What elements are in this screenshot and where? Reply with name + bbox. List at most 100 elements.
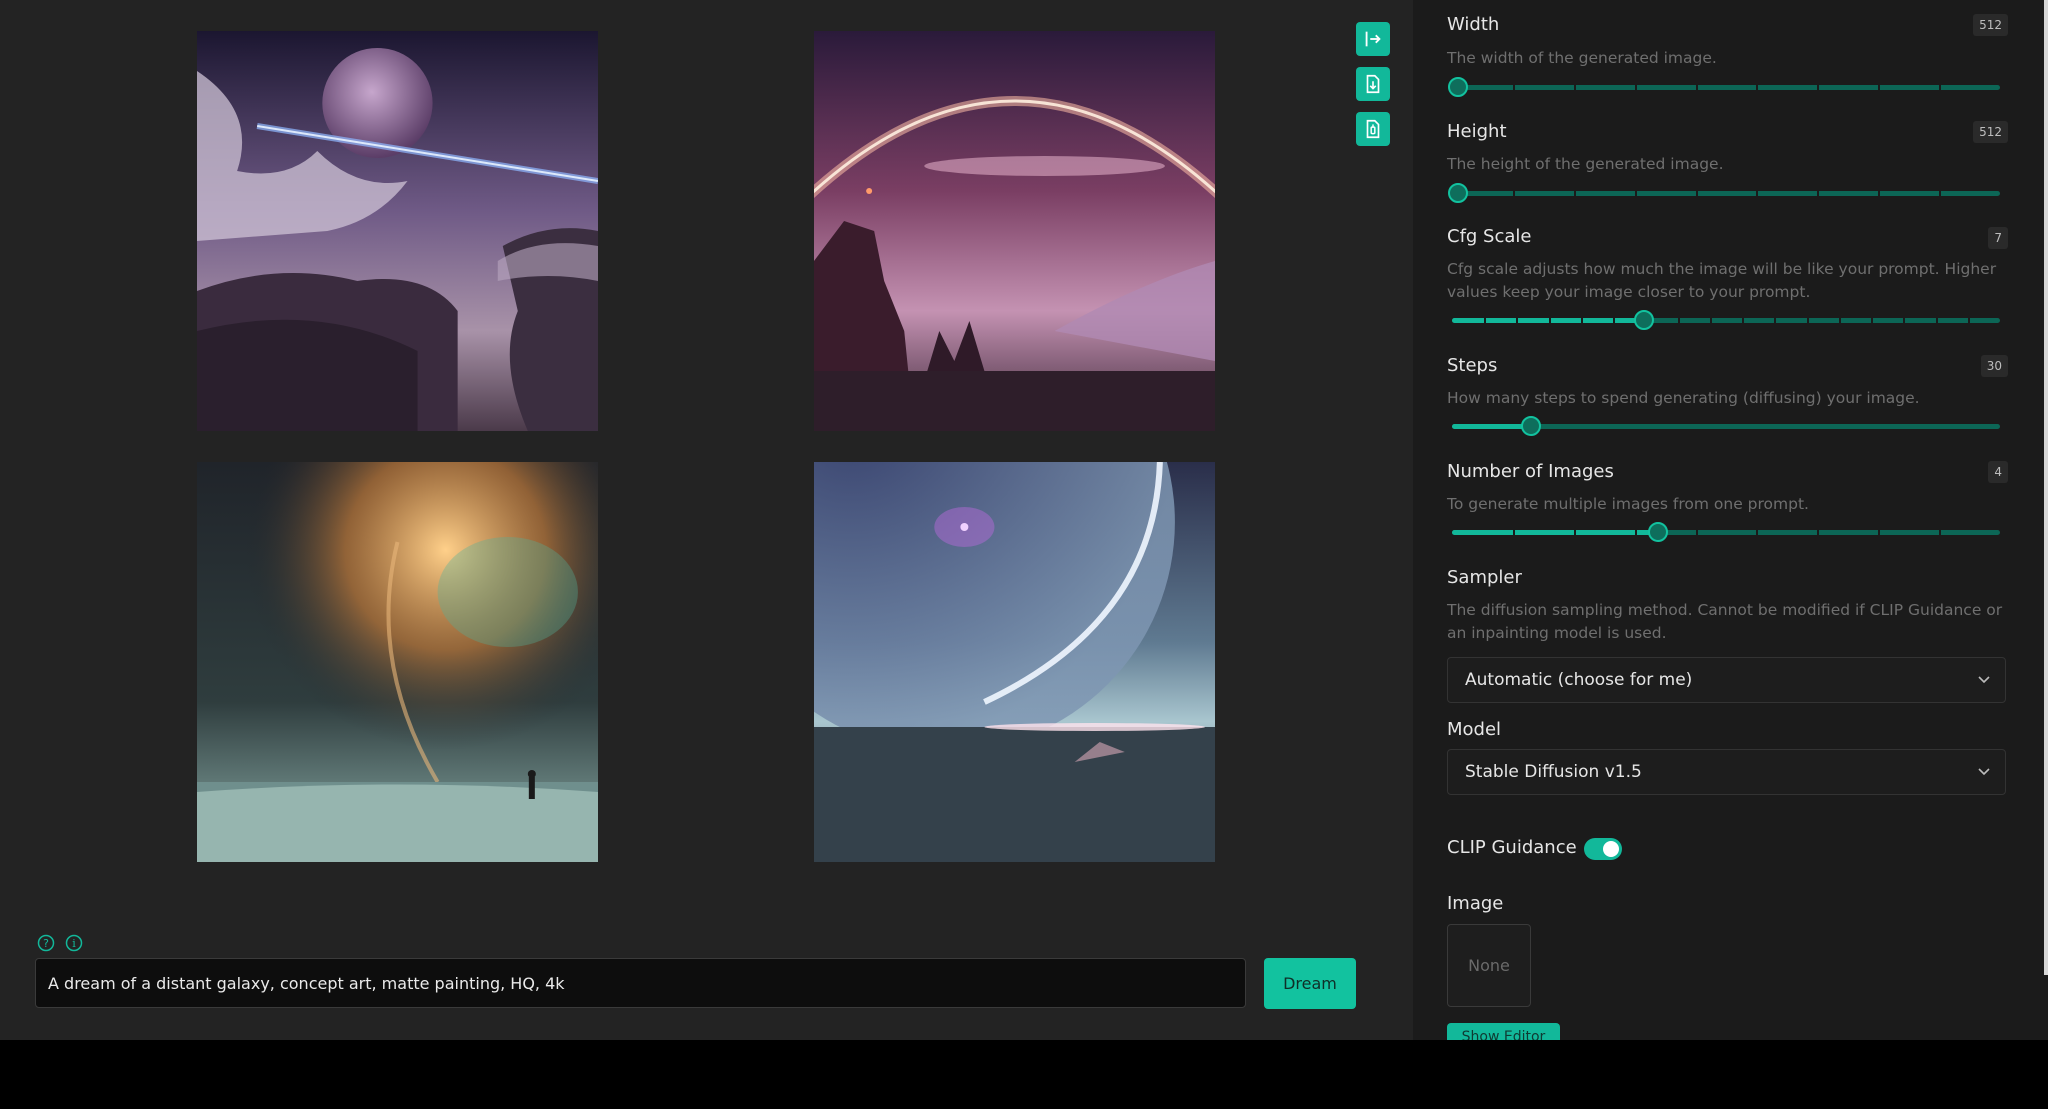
slider-tick <box>1939 85 1942 90</box>
steps-value: 30 <box>1980 355 2008 377</box>
show-editor-button[interactable]: Show Editor <box>1447 1023 1560 1040</box>
slider-tick <box>1817 530 1820 535</box>
slider-tick <box>1634 530 1637 535</box>
cfg-scale-label: Cfg Scale <box>1447 226 1532 247</box>
slider-tick <box>1903 318 1906 323</box>
slider-tick <box>1695 530 1698 535</box>
slider-tick <box>1756 530 1759 535</box>
slider-tick <box>1580 318 1583 323</box>
slider-tick <box>1709 318 1712 323</box>
download-file-icon <box>1366 74 1380 94</box>
sampler-selected-value: Automatic (choose for me) <box>1465 670 1693 690</box>
slider-tick <box>1967 318 1970 323</box>
model-label: Model <box>1447 719 1502 740</box>
slider-tick <box>1516 318 1519 323</box>
slider-tick <box>1878 85 1881 90</box>
slider-thumb[interactable] <box>1448 183 1468 203</box>
svg-text:?: ? <box>43 937 49 950</box>
generated-image-3[interactable] <box>197 462 598 862</box>
download-button[interactable] <box>1356 67 1390 101</box>
slider-tick <box>1878 191 1881 196</box>
slider-tick <box>1756 85 1759 90</box>
generated-image-4[interactable] <box>814 462 1215 862</box>
help-icon[interactable]: ? <box>37 934 55 952</box>
slider-tick <box>1677 318 1680 323</box>
generated-image-1[interactable] <box>197 31 598 431</box>
num-images-label: Number of Images <box>1447 461 1614 482</box>
sidebar-scrollbar[interactable] <box>2044 0 2048 975</box>
generated-image-2[interactable] <box>814 31 1215 431</box>
image-upload-box[interactable]: None <box>1447 924 1531 1007</box>
slider-tick <box>1817 85 1820 90</box>
num-images-slider[interactable] <box>1452 522 2000 542</box>
slider-track <box>1452 85 2000 90</box>
clip-guidance-label: CLIP Guidance <box>1447 837 1577 858</box>
num-images-description: To generate multiple images from one pro… <box>1447 495 1809 513</box>
height-description: The height of the generated image. <box>1447 155 1724 173</box>
steps-slider[interactable] <box>1452 416 2000 436</box>
width-slider[interactable] <box>1448 77 2000 97</box>
cfg-scale-value: 7 <box>1988 227 2008 249</box>
svg-text:i: i <box>72 937 76 950</box>
info-icon[interactable]: i <box>65 934 83 952</box>
galaxy-cliffs-art <box>197 31 598 431</box>
slider-tick <box>1512 85 1515 90</box>
slider-tick <box>1806 318 1809 323</box>
slider-tick <box>1939 530 1942 535</box>
slider-tick <box>1573 85 1576 90</box>
image-label: Image <box>1447 893 1504 914</box>
slider-tick <box>1512 530 1515 535</box>
app-window: ? i Dream Width 512 The width of the gen… <box>0 0 2048 1040</box>
slider-tick <box>1548 318 1551 323</box>
slider-thumb[interactable] <box>1448 77 1468 97</box>
slider-thumb[interactable] <box>1647 522 1668 542</box>
slider-tick <box>1695 85 1698 90</box>
clipboard-button[interactable] <box>1356 112 1390 146</box>
cfg-scale-slider[interactable] <box>1452 310 2000 330</box>
cfg-scale-description: Cfg scale adjusts how much the image wil… <box>1447 260 1997 301</box>
steps-label: Steps <box>1447 355 1498 376</box>
slider-tick <box>1613 318 1616 323</box>
clipboard-file-icon <box>1366 119 1380 139</box>
sampler-description: The diffusion sampling method. Cannot be… <box>1447 601 2003 642</box>
slider-tick <box>1838 318 1841 323</box>
slider-tick <box>1756 191 1759 196</box>
prompt-input[interactable] <box>35 958 1246 1008</box>
slider-tick <box>1573 530 1576 535</box>
slider-tick <box>1774 318 1777 323</box>
width-label: Width <box>1447 14 1500 35</box>
main-canvas-area: ? i Dream <box>0 0 1413 1040</box>
clip-guidance-toggle[interactable] <box>1584 838 1622 860</box>
toggle-knob <box>1603 841 1619 857</box>
slider-tick <box>1512 191 1515 196</box>
sampler-select[interactable]: Automatic (choose for me) <box>1447 657 2006 703</box>
slider-track <box>1452 191 2000 196</box>
slider-tick <box>1871 318 1874 323</box>
dream-button[interactable]: Dream <box>1264 958 1356 1009</box>
slider-fill <box>1452 424 1532 429</box>
height-slider[interactable] <box>1448 183 2000 203</box>
slider-fill <box>1452 530 1658 535</box>
slider-tick <box>1573 191 1576 196</box>
slider-tick <box>1935 318 1938 323</box>
steps-description: How many steps to spend generating (diff… <box>1447 389 1920 407</box>
width-description: The width of the generated image. <box>1447 49 1717 67</box>
image-placeholder-text: None <box>1468 956 1510 975</box>
slider-tick <box>1742 318 1745 323</box>
width-value: 512 <box>1973 14 2008 36</box>
slider-tick <box>1939 191 1942 196</box>
height-label: Height <box>1447 121 1507 142</box>
golden-planet-figure-art <box>197 462 598 862</box>
height-value: 512 <box>1973 121 2008 143</box>
slider-thumb[interactable] <box>1521 416 1542 436</box>
sampler-label: Sampler <box>1447 567 1522 588</box>
slider-tick <box>1484 318 1487 323</box>
model-select[interactable]: Stable Diffusion v1.5 <box>1447 749 2006 795</box>
exit-to-right-button[interactable] <box>1356 22 1390 56</box>
slider-thumb[interactable] <box>1633 310 1654 330</box>
slider-tick <box>1695 191 1698 196</box>
settings-sidebar: Width 512 The width of the generated ima… <box>1413 0 2048 1040</box>
pink-planet-horizon-art <box>814 31 1215 431</box>
chevron-down-icon <box>1978 676 1990 684</box>
slider-tick <box>1634 85 1637 90</box>
